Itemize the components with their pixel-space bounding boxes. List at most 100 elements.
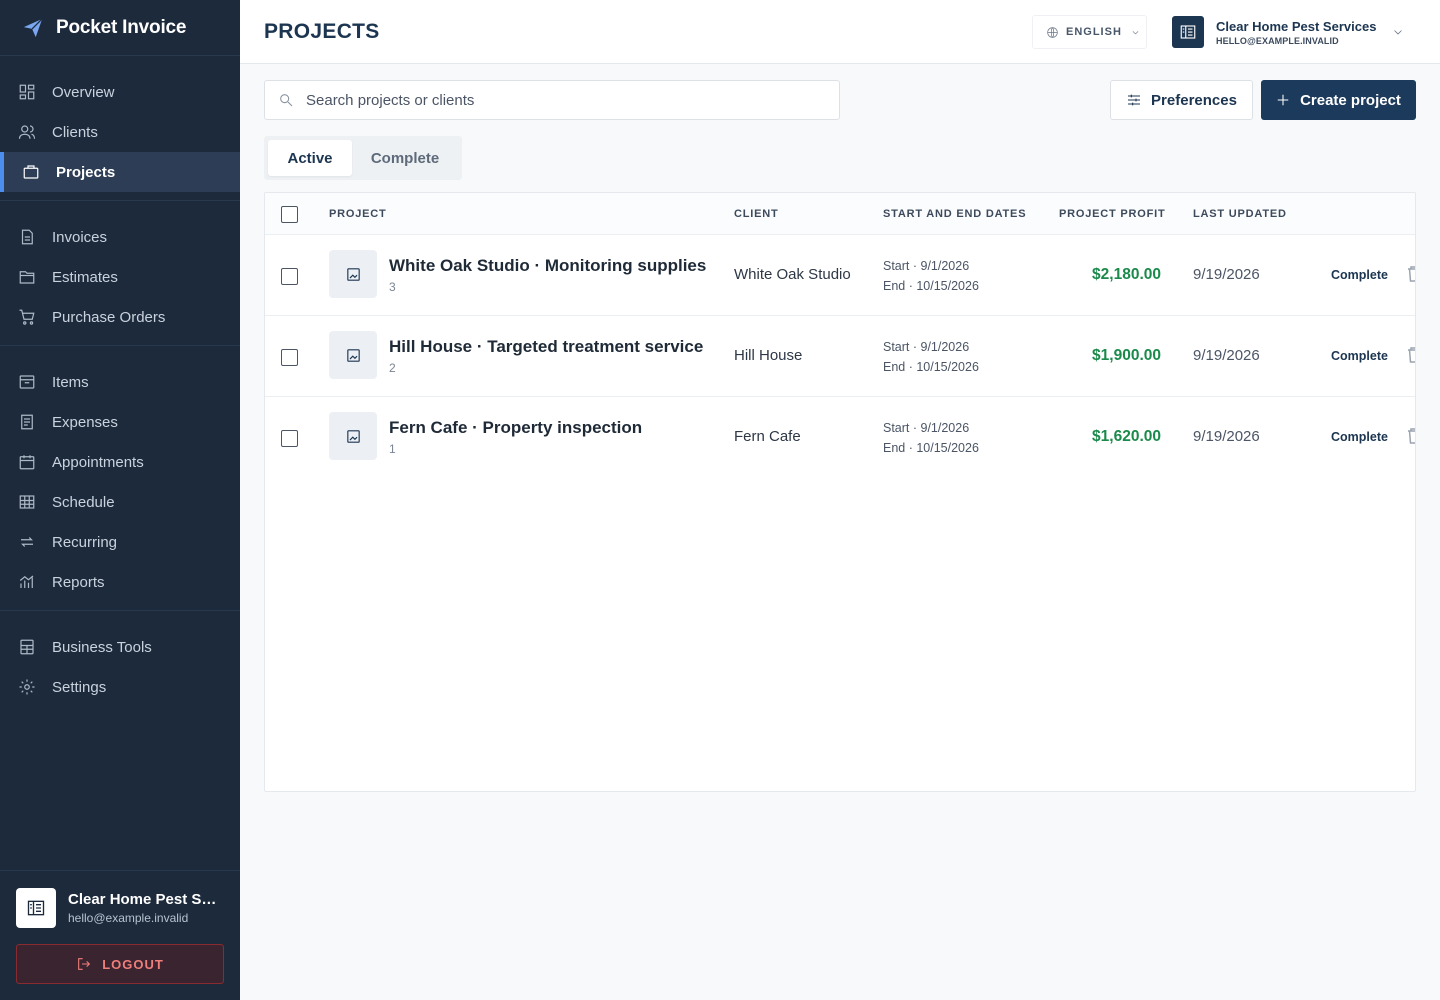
sidebar-item-business-tools[interactable]: Business Tools: [0, 627, 240, 667]
column-header-client[interactable]: CLIENT: [734, 208, 779, 220]
row-checkbox[interactable]: [281, 349, 298, 366]
sidebar-item-label: Purchase Orders: [52, 308, 166, 326]
column-header-dates[interactable]: START AND END DATES: [883, 208, 1026, 220]
logout-label: LOGOUT: [102, 956, 164, 972]
sidebar-item-projects[interactable]: Projects: [0, 152, 240, 192]
business-name: Clear Home Pest Services: [1216, 18, 1377, 34]
tab-complete[interactable]: Complete: [352, 140, 458, 176]
create-project-label: Create project: [1300, 91, 1401, 109]
start-date: Start · 9/1/2026: [883, 421, 970, 435]
sidebar-item-invoices[interactable]: Invoices: [0, 217, 240, 257]
project-name[interactable]: White Oak Studio · Monitoring supplies: [389, 256, 706, 276]
project-count: 2: [389, 361, 396, 375]
avatar: [16, 888, 56, 928]
delete-button[interactable]: [1407, 266, 1415, 282]
sidebar-item-label: Reports: [52, 573, 105, 591]
table-row[interactable]: Fern Cafe · Property inspection 1 Fern C…: [265, 397, 1415, 478]
create-project-button[interactable]: Create project: [1261, 80, 1416, 120]
table-row[interactable]: White Oak Studio · Monitoring supplies 3…: [265, 235, 1415, 316]
sidebar-item-label: Invoices: [52, 228, 108, 246]
project-profit: $1,900.00: [1092, 347, 1161, 364]
document-icon: [18, 228, 36, 246]
end-date: End · 10/15/2026: [883, 279, 979, 293]
logout-button[interactable]: LOGOUT: [16, 944, 224, 984]
nav-group-tools: Business Tools Settings: [0, 611, 240, 715]
select-all-checkbox[interactable]: [281, 206, 298, 223]
account-info[interactable]: Clear Home Pest Services hello@example.i…: [16, 888, 224, 928]
brand[interactable]: Pocket Invoice: [0, 0, 240, 56]
briefcase-icon: [22, 163, 40, 181]
sidebar-item-reports[interactable]: Reports: [0, 562, 240, 602]
sidebar-item-overview[interactable]: Overview: [0, 72, 240, 112]
sidebar-item-schedule[interactable]: Schedule: [0, 482, 240, 522]
project-count: 3: [389, 280, 396, 294]
project-dates: Start · 9/1/2026 End · 10/15/2026: [883, 337, 979, 377]
client-name: Hill House: [734, 347, 803, 364]
sidebar-item-appointments[interactable]: Appointments: [0, 442, 240, 482]
row-checkbox[interactable]: [281, 268, 298, 285]
app-name: Pocket Invoice: [56, 16, 187, 38]
column-header-project[interactable]: PROJECT: [329, 208, 387, 220]
delete-button[interactable]: [1407, 428, 1415, 444]
sidebar-item-recurring[interactable]: Recurring: [0, 522, 240, 562]
sidebar-item-estimates[interactable]: Estimates: [0, 257, 240, 297]
sidebar-item-label: Expenses: [52, 413, 118, 431]
project-name[interactable]: Hill House · Targeted treatment service: [389, 337, 703, 357]
project-thumbnail: [329, 412, 377, 460]
logout-icon: [78, 958, 91, 970]
client-name: Fern Cafe: [734, 428, 801, 445]
sidebar-item-purchase-orders[interactable]: Purchase Orders: [0, 297, 240, 337]
business-switcher[interactable]: Clear Home Pest Services HELLO@EXAMPLE.I…: [1172, 16, 1404, 48]
nav-group-main: Overview Clients Projects: [0, 56, 240, 201]
sidebar-item-label: Projects: [56, 163, 116, 181]
top-header: PROJECTS ENGLISH Clear Home Pest Service…: [240, 0, 1440, 64]
sidebar-item-label: Appointments: [52, 453, 144, 471]
preferences-button[interactable]: Preferences: [1110, 80, 1253, 120]
trash-icon: [1408, 266, 1415, 282]
search-icon: [280, 94, 293, 107]
column-header-updated[interactable]: LAST UPDATED: [1193, 208, 1287, 220]
paper-plane-icon: [23, 17, 43, 37]
business-logo: [1172, 16, 1204, 48]
image-icon: [346, 348, 360, 362]
sidebar: Pocket Invoice Overview Clients Projects…: [0, 0, 240, 1000]
complete-button[interactable]: Complete: [1331, 268, 1388, 282]
sidebar-item-label: Recurring: [52, 533, 118, 551]
sidebar-item-label: Business Tools: [52, 638, 152, 656]
complete-button[interactable]: Complete: [1331, 430, 1388, 444]
nav-group-sales: Invoices Estimates Purchase Orders: [0, 201, 240, 346]
box-icon: [18, 373, 36, 391]
calendar-icon: [18, 453, 36, 471]
row-checkbox[interactable]: [281, 430, 298, 447]
plus-icon: [1277, 94, 1289, 106]
sidebar-item-items[interactable]: Items: [0, 362, 240, 402]
sidebar-item-label: Clients: [52, 123, 98, 141]
search-box[interactable]: [264, 80, 840, 120]
sidebar-item-label: Estimates: [52, 268, 118, 286]
table-row[interactable]: Hill House · Targeted treatment service …: [265, 316, 1415, 397]
trash-icon: [1408, 347, 1415, 363]
complete-button[interactable]: Complete: [1331, 349, 1388, 363]
calculator-icon: [18, 638, 36, 656]
tab-active[interactable]: Active: [268, 140, 352, 176]
sidebar-item-clients[interactable]: Clients: [0, 112, 240, 152]
search-input[interactable]: [306, 91, 806, 109]
start-date: Start · 9/1/2026: [883, 259, 970, 273]
grid-icon: [18, 83, 36, 101]
sidebar-item-settings[interactable]: Settings: [0, 667, 240, 707]
project-name[interactable]: Fern Cafe · Property inspection: [389, 418, 642, 438]
sidebar-item-label: Items: [52, 373, 89, 391]
column-header-profit[interactable]: PROJECT PROFIT: [1059, 208, 1166, 220]
table-header: PROJECT CLIENT START AND END DATES PROJE…: [265, 193, 1415, 235]
sidebar-item-label: Overview: [52, 83, 115, 101]
project-profit: $2,180.00: [1092, 266, 1161, 283]
language-selector[interactable]: ENGLISH: [1032, 15, 1147, 49]
cart-icon: [18, 308, 36, 326]
start-date: Start · 9/1/2026: [883, 340, 970, 354]
sidebar-item-expenses[interactable]: Expenses: [0, 402, 240, 442]
sidebar-item-label: Settings: [52, 678, 107, 696]
preferences-label: Preferences: [1151, 91, 1237, 109]
project-thumbnail: [329, 250, 377, 298]
receipt-icon: [18, 413, 36, 431]
delete-button[interactable]: [1407, 347, 1415, 363]
